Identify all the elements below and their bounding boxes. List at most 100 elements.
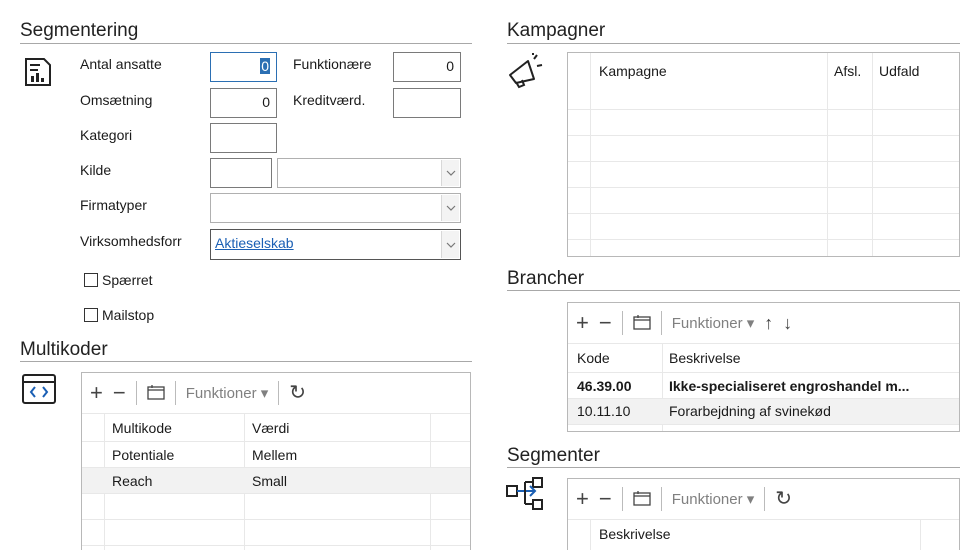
code-icon — [22, 374, 56, 404]
column-header-kampagne[interactable]: Kampagne — [599, 61, 667, 81]
segmenter-title: Segmenter — [507, 445, 600, 466]
beskrivelse-cell: Ikke-specialiseret engroshandel m... — [669, 378, 910, 394]
column-header-kode[interactable]: Kode — [577, 348, 610, 368]
segmenter-divider — [507, 467, 960, 468]
kampagner-title: Kampagner — [507, 20, 606, 41]
refresh-icon[interactable]: ↻ — [289, 382, 306, 404]
refresh-icon[interactable]: ↻ — [775, 488, 792, 510]
kategori-field[interactable] — [210, 123, 277, 153]
brancher-toolbar: + − Funktioner ▾ ↑ ↓ — [568, 303, 959, 343]
funktioner-label: Funktioner — [185, 385, 257, 402]
grid-divider — [920, 519, 921, 550]
remove-icon[interactable]: − — [599, 488, 612, 510]
grid-divider — [590, 519, 591, 550]
arrow-up-icon[interactable]: ↑ — [764, 312, 773, 334]
add-icon[interactable]: + — [576, 488, 589, 510]
virksomhedsforr-link[interactable]: Aktieselskab — [215, 235, 294, 251]
antal-ansatte-field[interactable]: 0 — [210, 52, 277, 82]
firmatyper-label: Firmatyper — [80, 197, 147, 213]
brancher-grid: + − Funktioner ▾ ↑ ↓ Kode Beskrivelse 46… — [567, 302, 960, 432]
remove-icon[interactable]: − — [599, 312, 612, 334]
kategori-label: Kategori — [80, 127, 133, 143]
multikode-cell: Potentiale — [112, 447, 175, 463]
toolbar-separator — [764, 487, 766, 511]
segmentering-divider — [20, 43, 472, 44]
spaerret-checkbox[interactable] — [84, 273, 98, 287]
virksomhedsforr-label: Virksomhedsforr — [80, 233, 182, 249]
multikoder-title: Multikoder — [20, 339, 108, 360]
calendar-icon[interactable] — [147, 382, 165, 404]
virksomhedsforr-select[interactable]: Aktieselskab — [210, 229, 461, 260]
column-header-beskrivelse[interactable]: Beskrivelse — [669, 348, 741, 368]
grid-divider — [82, 413, 470, 414]
add-icon[interactable]: + — [90, 382, 103, 404]
antal-ansatte-label: Antal ansatte — [80, 56, 162, 72]
multikode-cell: Reach — [112, 473, 153, 489]
grid-divider — [568, 239, 959, 240]
antal-ansatte-value: 0 — [260, 58, 270, 74]
multikoder-divider — [20, 361, 472, 362]
funktionaere-field[interactable]: 0 — [393, 52, 461, 82]
add-icon[interactable]: + — [576, 312, 589, 334]
vaerdi-cell: Small — [252, 473, 288, 489]
column-header-udfald[interactable]: Udfald — [879, 61, 919, 81]
grid-divider — [568, 109, 959, 110]
brancher-title: Brancher — [507, 268, 585, 289]
table-row[interactable]: 46.39.00 Ikke-specialiseret engroshandel… — [568, 373, 959, 398]
table-row[interactable]: Potentiale Mellem — [82, 442, 470, 467]
toolbar-separator — [621, 311, 623, 335]
table-row[interactable]: Reach Small — [82, 468, 470, 493]
remove-icon[interactable]: − — [113, 382, 126, 404]
toolbar-separator — [278, 381, 280, 405]
kreditvaerd-field[interactable] — [393, 88, 461, 118]
column-header-afsl[interactable]: Afsl. — [834, 61, 861, 81]
megaphone-icon — [506, 53, 546, 89]
grid-divider — [568, 343, 959, 344]
funktioner-dropdown[interactable]: Funktioner ▾ — [672, 490, 755, 508]
grid-divider — [568, 213, 959, 214]
kode-cell: 46.39.00 — [577, 378, 632, 394]
column-header-beskrivelse[interactable]: Beskrivelse — [599, 524, 671, 544]
grid-divider — [568, 187, 959, 188]
grid-divider — [82, 493, 470, 494]
grid-divider — [82, 519, 470, 520]
omsaetning-label: Omsætning — [80, 92, 153, 108]
grid-divider — [568, 135, 959, 136]
omsaetning-field[interactable]: 0 — [210, 88, 277, 118]
grid-divider — [568, 519, 959, 520]
funktioner-label: Funktioner — [671, 315, 743, 332]
arrow-down-icon[interactable]: ↓ — [783, 312, 792, 334]
toolbar-separator — [174, 381, 176, 405]
calendar-icon[interactable] — [633, 312, 651, 334]
mailstop-checkbox[interactable] — [84, 308, 98, 322]
kode-cell: 10.11.10 — [577, 403, 631, 419]
grid-divider — [590, 53, 591, 256]
chevron-down-icon[interactable] — [441, 195, 459, 221]
chevron-down-icon[interactable] — [441, 231, 459, 258]
mailstop-label[interactable]: Mailstop — [102, 306, 154, 324]
chevron-down-icon[interactable] — [441, 160, 459, 186]
grid-divider — [568, 161, 959, 162]
report-icon — [22, 56, 54, 88]
calendar-icon[interactable] — [633, 488, 651, 510]
table-row[interactable]: 10.11.10 Forarbejdning af svinekød — [568, 399, 959, 424]
funktioner-label: Funktioner — [671, 491, 743, 508]
grid-divider — [568, 424, 959, 425]
kampagner-grid: Kampagne Afsl. Udfald — [567, 52, 960, 257]
vaerdi-cell: Mellem — [252, 447, 298, 463]
funktioner-dropdown[interactable]: Funktioner ▾ — [186, 384, 269, 402]
multikoder-grid: + − Funktioner ▾ ↻ Multikode Værdi Poten… — [81, 372, 471, 550]
firmatyper-select[interactable] — [210, 193, 461, 223]
kilde-field[interactable] — [210, 158, 272, 188]
spaerret-label[interactable]: Spærret — [102, 271, 153, 289]
funktionaere-label: Funktionære — [293, 56, 372, 72]
toolbar-separator — [660, 487, 662, 511]
multikoder-toolbar: + − Funktioner ▾ ↻ — [82, 373, 470, 413]
column-header-multikode[interactable]: Multikode — [112, 418, 172, 438]
kilde-select[interactable] — [277, 158, 461, 188]
segmenter-grid: + − Funktioner ▾ ↻ Beskrivelse — [567, 478, 960, 550]
kampagner-divider — [507, 43, 960, 44]
column-header-vaerdi[interactable]: Værdi — [252, 418, 289, 438]
funktioner-dropdown[interactable]: Funktioner ▾ — [672, 314, 755, 332]
beskrivelse-cell: Forarbejdning af svinekød — [669, 403, 831, 419]
